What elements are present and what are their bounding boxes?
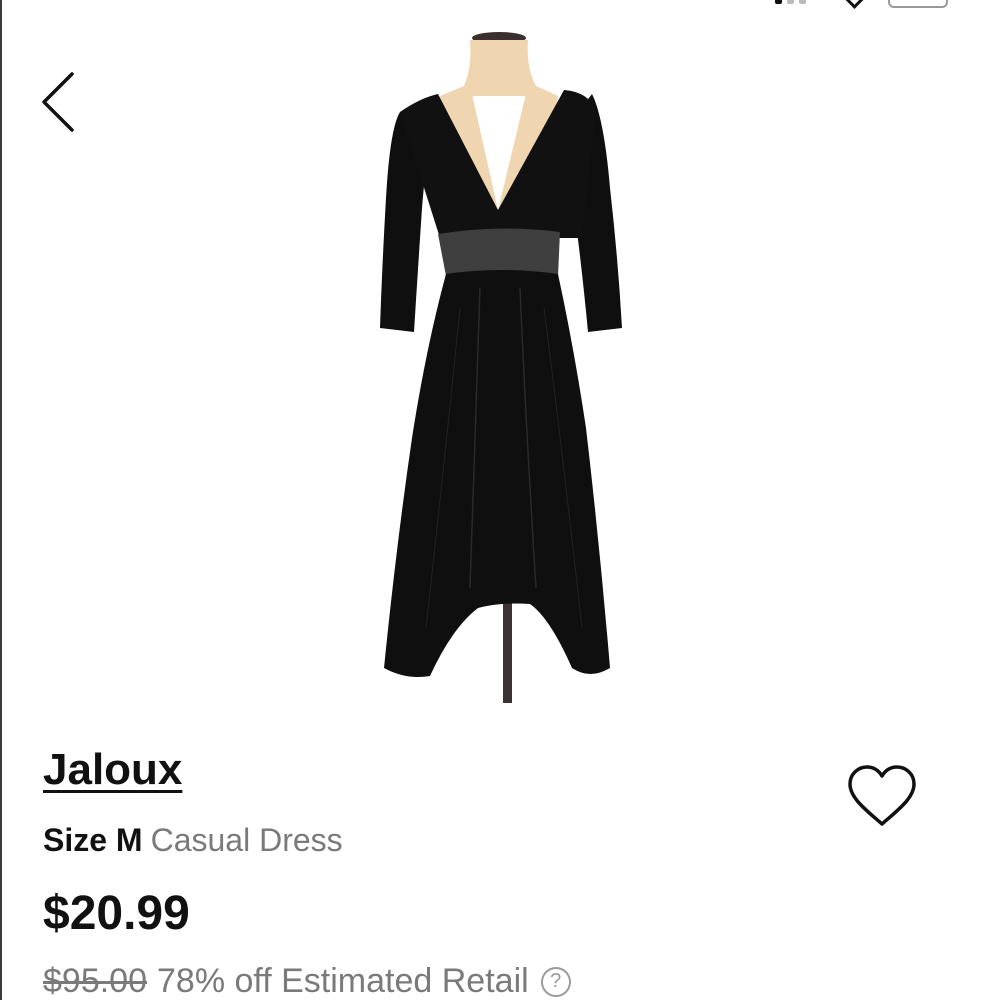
mannequin-stand bbox=[503, 588, 512, 703]
screen-edge bbox=[0, 0, 2, 1000]
product-detail-screen: Jaloux Size M Casual Dress $20.99 $95.00 … bbox=[0, 0, 1000, 1000]
signal-icon bbox=[775, 0, 806, 4]
product-image[interactable] bbox=[360, 28, 640, 708]
category-label: Casual Dress bbox=[150, 822, 343, 858]
size-label: Size M bbox=[43, 822, 143, 858]
question-circle-icon[interactable]: ? bbox=[540, 966, 571, 997]
price: $20.99 bbox=[43, 887, 190, 940]
battery-icon bbox=[888, 0, 948, 8]
original-price: $95.00 bbox=[43, 962, 147, 1000]
back-button[interactable] bbox=[38, 70, 82, 134]
chevron-left-icon bbox=[42, 72, 74, 132]
retail-info: $95.00 78% off Estimated Retail ? bbox=[43, 962, 571, 1000]
discount-text: 78% off Estimated Retail bbox=[157, 962, 529, 1000]
brand-link[interactable]: Jaloux bbox=[43, 745, 182, 795]
favorite-button[interactable] bbox=[846, 764, 918, 830]
size-category-line: Size M Casual Dress bbox=[43, 822, 343, 859]
dress bbox=[380, 90, 622, 677]
heart-outline-icon bbox=[848, 765, 916, 826]
wifi-icon bbox=[841, 0, 868, 9]
